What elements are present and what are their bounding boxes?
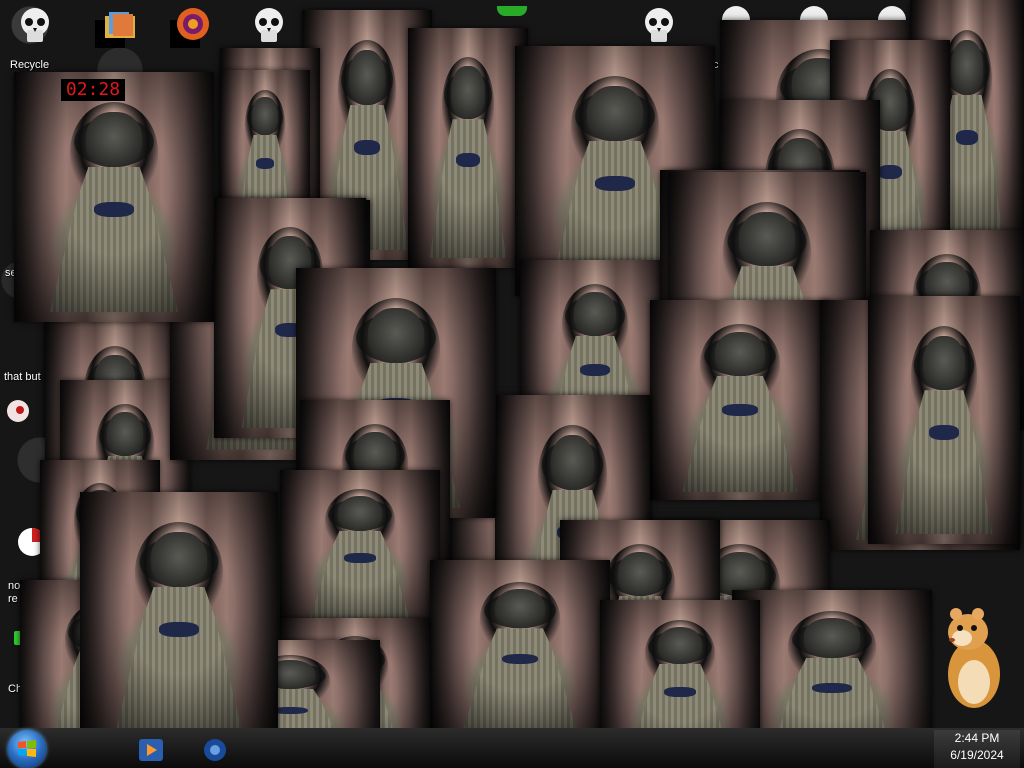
- doll-photo-hair: [562, 284, 628, 364]
- doll-photo-head: [86, 112, 142, 167]
- doll-photo-head: [337, 495, 383, 531]
- doll-photo-hair: [135, 522, 223, 622]
- doll-photo-hair: [644, 620, 716, 688]
- doll-photo-dress: [50, 167, 178, 312]
- doll-photo-bow: [955, 130, 979, 145]
- desktop: Recycle se that but no re Ch c 02:28 2:4…: [0, 0, 1024, 768]
- desktop-label-no[interactable]: no: [8, 580, 20, 592]
- desktop-label-re[interactable]: re: [8, 593, 18, 605]
- doll-photo-head: [951, 40, 983, 95]
- skull-icon[interactable]: [642, 6, 676, 44]
- doll-photo-head: [739, 211, 795, 267]
- recycle-bin-label[interactable]: Recycle: [10, 59, 49, 71]
- doll-photo: [408, 28, 528, 268]
- windows-start-icon[interactable]: [8, 730, 46, 768]
- doll-photo: [14, 72, 214, 322]
- browser-taskbar-icon[interactable]: [200, 736, 230, 764]
- countdown-timer: 02:28: [61, 79, 125, 101]
- doll-photo-head: [106, 412, 144, 456]
- doll-photo-head: [657, 626, 703, 664]
- doll-photo-bow: [722, 404, 758, 416]
- doll-photo-hair: [700, 324, 780, 404]
- skull-icon[interactable]: [722, 6, 750, 20]
- doll-photo-bow: [159, 622, 199, 637]
- skull-icon[interactable]: [252, 6, 286, 44]
- doll-photo-hair: [910, 325, 978, 425]
- doll-photo-head: [151, 532, 207, 587]
- doll-photo-head: [348, 50, 386, 105]
- doll-photo-bow: [595, 176, 635, 191]
- doll-photo-head: [714, 332, 766, 376]
- popup-photo-window[interactable]: [408, 28, 528, 268]
- doll-photo-hair: [70, 102, 158, 202]
- doll-photo-hair: [245, 90, 285, 159]
- doll-photo-head: [252, 97, 278, 135]
- doll-photo-dress: [895, 390, 993, 535]
- doll-photo-head: [587, 86, 643, 141]
- doll-photo-hair: [723, 201, 811, 301]
- doll-photo-hair: [788, 611, 876, 683]
- doll-photo-bow: [664, 687, 696, 698]
- doll-photo: [430, 560, 610, 740]
- popup-photo-window[interactable]: [280, 470, 440, 630]
- doll-photo-head: [368, 308, 424, 363]
- doll-photo-bow: [256, 158, 274, 169]
- clock-time: 2:44 PM: [954, 731, 1000, 745]
- doll-photo-bow: [812, 682, 852, 694]
- doll-photo-head: [922, 335, 966, 391]
- doll-photo-head: [550, 435, 595, 490]
- doll-photo-bow: [580, 364, 610, 376]
- popup-photo-window[interactable]: [650, 300, 830, 500]
- doll-photo-bow: [344, 553, 376, 563]
- desktop-label-that-but[interactable]: that but: [4, 371, 41, 383]
- hamster-icon[interactable]: [938, 602, 1008, 712]
- popup-photo-window[interactable]: [80, 492, 278, 742]
- doll-photo-dress: [462, 628, 578, 733]
- firefox-like-icon[interactable]: [175, 6, 211, 42]
- doll-photo-head: [617, 552, 663, 596]
- doll-photo-hair: [324, 489, 396, 554]
- doll-photo: [650, 300, 830, 500]
- doll-photo-hair: [338, 40, 396, 140]
- doll-photo-hair: [480, 581, 560, 654]
- doll-photo-dress: [115, 587, 243, 732]
- doll-photo-head: [574, 292, 616, 336]
- popup-photo-window[interactable]: [868, 296, 1020, 544]
- doll-photo-bow: [456, 152, 480, 168]
- doll-photo-bow: [354, 140, 380, 155]
- doll-photo-dress: [429, 119, 507, 259]
- doll-photo-dress: [308, 530, 412, 624]
- doll-photo: [868, 296, 1020, 544]
- eye-icon[interactable]: [4, 398, 32, 424]
- doll-photo-bow: [928, 424, 960, 440]
- doll-photo-bow: [94, 202, 134, 217]
- popup-photo-window[interactable]: [14, 72, 214, 322]
- skull-icon[interactable]: [18, 6, 52, 44]
- doll-photo: [280, 470, 440, 630]
- green-icon[interactable]: [497, 6, 527, 16]
- doll-photo-dress: [682, 376, 798, 492]
- media-player-icon[interactable]: [136, 736, 166, 764]
- popup-photo-window[interactable]: [430, 560, 610, 740]
- doll-photo-bow: [878, 164, 902, 180]
- skull-icon[interactable]: [878, 6, 906, 20]
- clock-date: 6/19/2024: [950, 748, 1004, 762]
- folder-icon[interactable]: [103, 8, 139, 44]
- doll-photo-head: [494, 588, 546, 629]
- doll-photo-bow: [502, 653, 538, 665]
- doll-photo: [80, 492, 278, 742]
- skull-icon[interactable]: [800, 6, 828, 20]
- doll-photo-head: [804, 618, 860, 658]
- doll-photo-hair: [538, 425, 607, 525]
- doll-photo-hair: [441, 56, 495, 153]
- doll-photo-hair: [352, 298, 440, 398]
- doll-photo-hair: [571, 76, 659, 176]
- system-tray-clock[interactable]: 2:44 PM 6/19/2024: [934, 730, 1020, 768]
- doll-photo-head: [451, 66, 485, 120]
